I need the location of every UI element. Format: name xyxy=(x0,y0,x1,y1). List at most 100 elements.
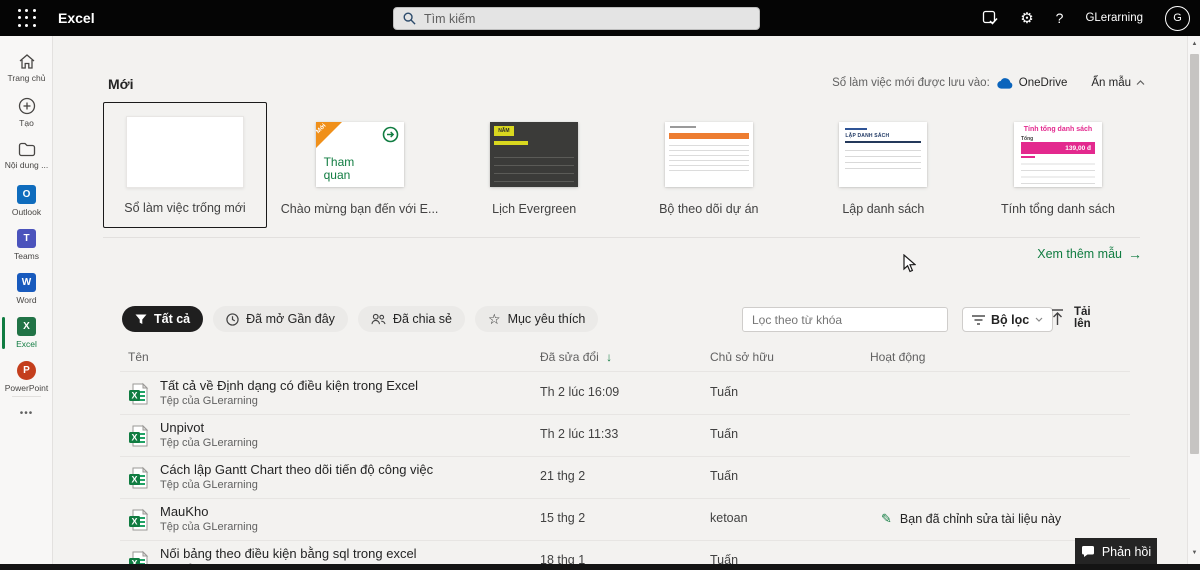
sidebar-item-outlook[interactable]: O Outlook xyxy=(0,181,53,221)
filter-pill-recent[interactable]: Đã mở Gần đây xyxy=(213,306,348,332)
column-header-activity[interactable]: Hoạt động xyxy=(870,350,925,364)
tour-thumb-text: Tham quan xyxy=(323,155,355,182)
scroll-up-icon[interactable]: ▲ xyxy=(1188,41,1200,47)
template-label: Lập danh sách xyxy=(842,202,925,216)
welcome-tour-thumbnail: Mới Tham quan xyxy=(315,122,404,187)
see-more-label: Xem thêm mẫu xyxy=(1037,247,1122,261)
file-filter-pills: Tất cả Đã mở Gần đây Đã chia sẻ ☆ Mục yê… xyxy=(122,306,599,332)
document-check-icon[interactable] xyxy=(982,10,998,26)
template-card-sum-list[interactable]: Tính tổng danh sách Tổng 139,00 đ Tính t… xyxy=(976,102,1140,228)
tracker-table-rows xyxy=(668,141,749,171)
file-activity: ✎ Bạn đã chỉnh sửa tài liệu này xyxy=(881,511,1061,527)
vertical-scrollbar[interactable]: ▲ ▼ xyxy=(1187,36,1200,564)
sidebar-divider xyxy=(12,396,41,397)
year-chip: NĂM xyxy=(494,126,514,136)
scrollbar-thumb[interactable] xyxy=(1190,54,1199,454)
file-title[interactable]: Cách lập Gantt Chart theo dõi tiến độ cô… xyxy=(160,462,433,477)
arrow-right-icon: → xyxy=(1128,246,1142,262)
scroll-down-icon[interactable]: ▼ xyxy=(1188,550,1200,556)
file-title[interactable]: Tất cả về Định dạng có điều kiện trong E… xyxy=(160,378,418,393)
hide-templates-label: Ẩn mẫu xyxy=(1091,77,1131,89)
filter-dropdown-button[interactable]: Bộ lọc xyxy=(962,307,1054,332)
file-modified: Th 2 lúc 11:33 xyxy=(540,427,619,441)
filter-pill-label: Tất cả xyxy=(154,312,191,326)
home-icon xyxy=(19,54,34,69)
file-title[interactable]: MauKho xyxy=(160,504,208,519)
sum-list-thumbnail: Tính tổng danh sách Tổng 139,00 đ xyxy=(1013,122,1102,187)
filter-pill-favorites[interactable]: ☆ Mục yêu thích xyxy=(475,306,599,332)
tracker-title-bar xyxy=(669,126,696,128)
sum-table-rows xyxy=(1020,158,1095,184)
save-location-label: Sổ làm việc mới được lưu vào: xyxy=(832,77,990,89)
template-label: Sổ làm việc trống mới xyxy=(124,201,246,215)
template-card-make-list[interactable]: LẬP DANH SÁCH Lập danh sách xyxy=(801,102,965,228)
see-more-templates-link[interactable]: Xem thêm mẫu → xyxy=(1037,246,1142,262)
file-row[interactable]: X Cách lập Gantt Chart theo dõi tiến độ … xyxy=(103,457,1140,499)
save-location-value[interactable]: OneDrive xyxy=(1019,77,1068,89)
sidebar-more-apps-button[interactable]: ••• xyxy=(0,408,53,419)
pencil-icon: ✎ xyxy=(881,511,892,526)
clock-icon xyxy=(226,312,239,326)
template-label: Chào mừng bạn đến với E... xyxy=(280,202,439,216)
avatar[interactable]: G xyxy=(1165,5,1190,31)
template-card-welcome-tour[interactable]: Mới Tham quan Chào mừng bạn đến với E... xyxy=(278,102,442,228)
filter-pill-shared[interactable]: Đã chia sẻ xyxy=(357,306,465,332)
column-header-modified[interactable]: Đã sửa đổi ↓ xyxy=(540,350,612,364)
sidebar-item-teams[interactable]: T Teams xyxy=(0,225,53,265)
sidebar-label: Trang chủ xyxy=(7,73,46,83)
sidebar-item-my-content[interactable]: Nội dung ... xyxy=(0,136,53,176)
list-header-line xyxy=(845,141,922,143)
sidebar-label: Teams xyxy=(13,251,40,261)
upload-label-line1: Tải xyxy=(1074,306,1091,318)
search-icon xyxy=(403,12,416,25)
hide-templates-button[interactable]: Ẩn mẫu xyxy=(1091,77,1145,89)
sidebar-label: Tạo xyxy=(19,117,34,128)
calendar-highlight-bar xyxy=(494,141,529,145)
template-card-evergreen-calendar[interactable]: NĂM Lịch Evergreen xyxy=(452,102,616,228)
filter-button-label: Bộ lọc xyxy=(991,312,1030,327)
feedback-button[interactable]: Phản hồi xyxy=(1075,538,1157,565)
user-name[interactable]: GLerarning xyxy=(1085,12,1143,24)
file-owner: Tuấn xyxy=(710,385,739,399)
upload-button[interactable]: Tải lên xyxy=(1050,306,1091,330)
sidebar-label: PowerPoint xyxy=(4,383,49,393)
file-row[interactable]: X Unpivot Tệp của GLerarning Th 2 lúc 11… xyxy=(103,415,1140,457)
filter-lines-icon xyxy=(972,314,985,325)
help-icon[interactable]: ? xyxy=(1056,11,1064,25)
left-sidebar: Trang chủ Tạo Nội dung ... O Outlook T T… xyxy=(0,36,53,570)
sidebar-item-word[interactable]: W Word xyxy=(0,269,53,309)
file-title[interactable]: Unpivot xyxy=(160,420,204,435)
powerpoint-logo-icon: P xyxy=(17,361,36,380)
sidebar-item-home[interactable]: Trang chủ xyxy=(0,48,53,88)
template-card-blank-workbook[interactable]: Sổ làm việc trống mới xyxy=(103,102,267,228)
templates-divider xyxy=(103,237,1140,238)
file-subtitle: Tệp của GLerarning xyxy=(160,521,258,533)
settings-gear-icon[interactable]: ⚙ xyxy=(1020,11,1033,26)
sum-thumb-title: Tính tổng danh sách xyxy=(1023,126,1093,133)
feedback-label: Phản hồi xyxy=(1101,544,1152,559)
global-search-box[interactable] xyxy=(393,7,760,30)
excel-file-icon: X xyxy=(129,508,149,531)
excel-file-icon: X xyxy=(129,382,149,405)
template-cards: Sổ làm việc trống mới Mới Tham quan Chào… xyxy=(103,102,1140,230)
search-input[interactable] xyxy=(424,11,724,26)
calendar-grid-rows xyxy=(494,150,575,182)
column-header-owner[interactable]: Chủ sở hữu xyxy=(710,350,774,364)
excel-home-screen: Excel ⚙ ? GLerarning G Trang chủ xyxy=(0,0,1200,570)
filter-pill-all[interactable]: Tất cả xyxy=(122,306,204,332)
file-title[interactable]: Nối bảng theo điều kiện bằng sql trong e… xyxy=(160,546,417,561)
sidebar-item-powerpoint[interactable]: P PowerPoint xyxy=(0,357,53,397)
file-modified: 21 thg 2 xyxy=(540,469,586,483)
app-launcher-icon[interactable] xyxy=(18,9,37,28)
file-row[interactable]: X Tất cả về Định dạng có điều kiện trong… xyxy=(103,373,1140,415)
template-card-project-tracker[interactable]: Bộ theo dõi dự án xyxy=(627,102,791,228)
list-subtitle-bar xyxy=(845,128,868,130)
onedrive-cloud-icon xyxy=(997,77,1013,89)
file-row[interactable]: X MauKho Tệp của GLerarning 15 thg 2 ket… xyxy=(103,499,1140,541)
keyword-filter-input[interactable] xyxy=(742,307,948,332)
sidebar-item-create[interactable]: Tạo xyxy=(0,92,53,132)
sort-descending-icon: ↓ xyxy=(606,350,613,364)
evergreen-calendar-thumbnail: NĂM xyxy=(490,122,579,187)
sidebar-item-excel[interactable]: X Excel xyxy=(0,313,53,353)
column-header-name[interactable]: Tên xyxy=(128,350,149,364)
